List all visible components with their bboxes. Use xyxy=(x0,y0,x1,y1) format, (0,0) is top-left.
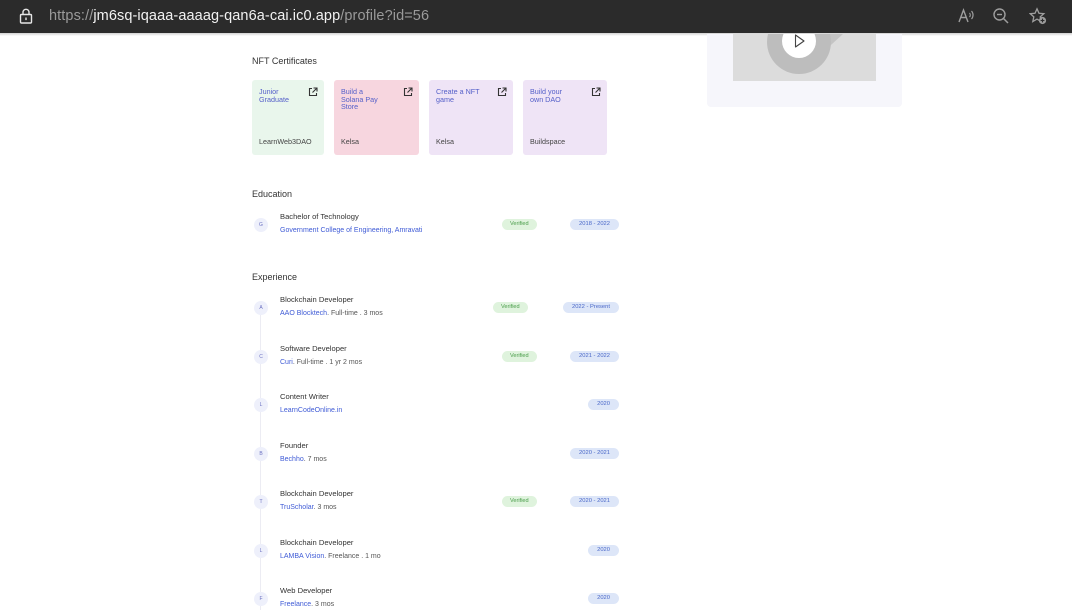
company-logo: C xyxy=(254,350,268,364)
nft-card-issuer: Kelsa xyxy=(341,137,359,146)
read-aloud-icon[interactable] xyxy=(957,7,975,25)
company-line: Freelance. 3 mos xyxy=(280,601,334,608)
nft-card-issuer: LearnWeb3DAO xyxy=(259,137,312,146)
video-thumbnail[interactable] xyxy=(733,34,876,81)
company-line: TruScholar. 3 mos xyxy=(280,504,337,511)
job-title: Web Developer xyxy=(280,586,333,595)
job-title: Content Writer xyxy=(280,392,329,401)
employment-detail: . 7 mos xyxy=(303,456,327,463)
date-badge: 2020 - 2021 xyxy=(570,496,619,507)
nft-section-title: NFT Certificates xyxy=(252,56,317,66)
date-badge: 2018 - 2022 xyxy=(570,219,619,230)
employment-detail: . Full-time . 1 yr 2 mos xyxy=(292,359,363,366)
date-badge: 2020 xyxy=(588,545,619,556)
date-badge: 2020 xyxy=(588,399,619,410)
job-title: Founder xyxy=(280,441,309,450)
company-logo: L xyxy=(254,544,268,558)
date-badge: 2021 - 2022 xyxy=(570,351,619,362)
experience-item: F Web Developer Freelance. 3 mos 2020 xyxy=(252,586,622,615)
employment-detail: . Freelance . 1 mo xyxy=(324,553,381,560)
nft-card-title: Build a Solana Pay Store xyxy=(341,87,378,112)
company-line: Curi. Full-time . 1 yr 2 mos xyxy=(280,359,362,366)
company-name[interactable]: Bechho xyxy=(280,456,304,463)
nft-card-issuer: Buildspace xyxy=(530,137,566,146)
company-name[interactable]: Freelance xyxy=(280,601,311,608)
company-logo: B xyxy=(254,447,268,461)
address-bar-shadow xyxy=(0,33,1072,36)
job-title: Blockchain Developer xyxy=(280,538,354,547)
external-link-icon[interactable] xyxy=(497,87,507,97)
company-name[interactable]: TruScholar xyxy=(280,504,314,511)
nft-card[interactable]: Build your own DAO Buildspace xyxy=(523,80,607,155)
institution-logo: G xyxy=(254,218,268,232)
add-favorite-icon[interactable] xyxy=(1029,7,1047,25)
external-link-icon[interactable] xyxy=(403,87,413,97)
employment-detail: . 3 mos xyxy=(313,504,337,511)
url-scheme: https:// xyxy=(49,8,94,24)
experience-item: A Blockchain Developer AAO Blocktech. Fu… xyxy=(252,295,622,325)
employment-detail: . Full-time . 3 mos xyxy=(327,310,383,317)
verified-badge: Verified xyxy=(502,219,537,230)
nft-card-issuer: Kelsa xyxy=(436,137,454,146)
address-url[interactable]: https://jm6sq-iqaaa-aaaag-qan6a-cai.ic0.… xyxy=(49,8,429,24)
date-badge: 2020 - 2021 xyxy=(570,448,619,459)
nft-card-title: Build your own DAO xyxy=(530,87,562,104)
browser-address-bar: https://jm6sq-iqaaa-aaaag-qan6a-cai.ic0.… xyxy=(0,0,1072,33)
company-name[interactable]: Curi xyxy=(280,359,293,366)
url-host: jm6sq-iqaaa-aaaag-qan6a-cai.ic0.app xyxy=(93,8,341,24)
company-line: LearnCodeOnline.in xyxy=(280,407,342,414)
employment-detail: . 3 mos xyxy=(311,601,335,608)
nft-card-title: Create a NFT game xyxy=(436,87,480,104)
education-item: G Bachelor of Technology Government Coll… xyxy=(252,212,622,242)
experience-item: L Blockchain Developer LAMBA Vision. Fre… xyxy=(252,538,622,568)
nft-card[interactable]: Build a Solana Pay Store Kelsa xyxy=(334,80,419,155)
date-badge: 2022 - Present xyxy=(562,302,619,313)
institution-name[interactable]: Government College of Engineering, Amrav… xyxy=(280,227,422,234)
verified-badge: Verified xyxy=(493,302,528,313)
experience-item: C Software Developer Curi. Full-time . 1… xyxy=(252,344,622,374)
company-name[interactable]: LAMBA Vision xyxy=(280,553,324,560)
date-badge: 2020 xyxy=(588,593,619,604)
company-name[interactable]: LearnCodeOnline.in xyxy=(280,407,342,414)
company-logo: T xyxy=(254,495,268,509)
company-logo: A xyxy=(254,301,268,315)
company-line: Bechho. 7 mos xyxy=(280,456,327,463)
verified-badge: Verified xyxy=(502,496,537,507)
nft-card-title: Junior Graduate xyxy=(259,87,289,104)
nft-card[interactable]: Create a NFT game Kelsa xyxy=(429,80,513,155)
company-line: LAMBA Vision. Freelance . 1 mo xyxy=(280,553,381,560)
experience-item: L Content Writer LearnCodeOnline.in 2020 xyxy=(252,392,622,422)
company-name[interactable]: AAO Blocktech xyxy=(280,310,327,317)
nft-card[interactable]: Junior Graduate LearnWeb3DAO xyxy=(252,80,324,155)
experience-item: B Founder Bechho. 7 mos 2020 - 2021 xyxy=(252,441,622,471)
company-line: AAO Blocktech. Full-time . 3 mos xyxy=(280,310,383,317)
company-logo: F xyxy=(254,592,268,606)
company-logo: L xyxy=(254,398,268,412)
verified-badge: Verified xyxy=(502,351,537,362)
job-title: Blockchain Developer xyxy=(280,489,354,498)
job-title: Software Developer xyxy=(280,344,347,353)
url-path: /profile?id=56 xyxy=(340,8,430,24)
external-link-icon[interactable] xyxy=(591,87,601,97)
institution-line: Government College of Engineering, Amrav… xyxy=(280,227,422,234)
external-link-icon[interactable] xyxy=(308,87,318,97)
lock-icon[interactable] xyxy=(19,8,33,24)
zoom-out-icon[interactable] xyxy=(992,7,1010,25)
education-section-title: Education xyxy=(252,189,293,199)
experience-item: T Blockchain Developer TruScholar. 3 mos… xyxy=(252,489,622,519)
experience-section-title: Experience xyxy=(252,272,298,282)
degree-title: Bachelor of Technology xyxy=(280,212,359,221)
play-icon[interactable] xyxy=(733,34,876,81)
job-title: Blockchain Developer xyxy=(280,295,354,304)
